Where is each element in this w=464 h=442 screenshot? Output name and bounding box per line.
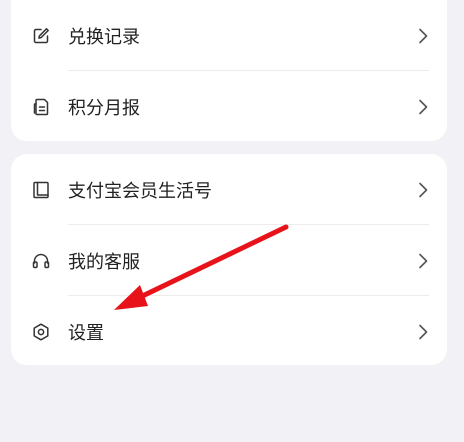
menu-item-label: 我的客服 (68, 251, 140, 273)
menu-item-customer-service[interactable]: 我的客服 (11, 225, 447, 296)
edit-note-icon (31, 26, 51, 46)
menu-item-label: 支付宝会员生活号 (68, 180, 212, 202)
settings-hexagon-icon (31, 322, 51, 342)
menu-item-label: 兑换记录 (68, 26, 140, 48)
chevron-right-icon (417, 324, 429, 340)
menu-card-records: 兑换记录 积分月报 (11, 0, 447, 141)
menu-item-settings[interactable]: 设置 (11, 296, 447, 365)
menu-card-services: 支付宝会员生活号 我的客服 设置 (11, 154, 447, 365)
menu-item-label: 设置 (68, 322, 104, 344)
report-document-icon (31, 97, 51, 117)
chevron-right-icon (417, 28, 429, 44)
menu-item-alipay-member-life[interactable]: 支付宝会员生活号 (11, 154, 447, 225)
menu-item-points-monthly-report[interactable]: 积分月报 (11, 71, 447, 141)
bookmark-book-icon (31, 180, 51, 200)
menu-item-exchange-records[interactable]: 兑换记录 (11, 0, 447, 71)
chevron-right-icon (417, 253, 429, 269)
headset-icon (31, 251, 51, 271)
chevron-right-icon (417, 99, 429, 115)
menu-item-label: 积分月报 (68, 97, 140, 119)
chevron-right-icon (417, 182, 429, 198)
